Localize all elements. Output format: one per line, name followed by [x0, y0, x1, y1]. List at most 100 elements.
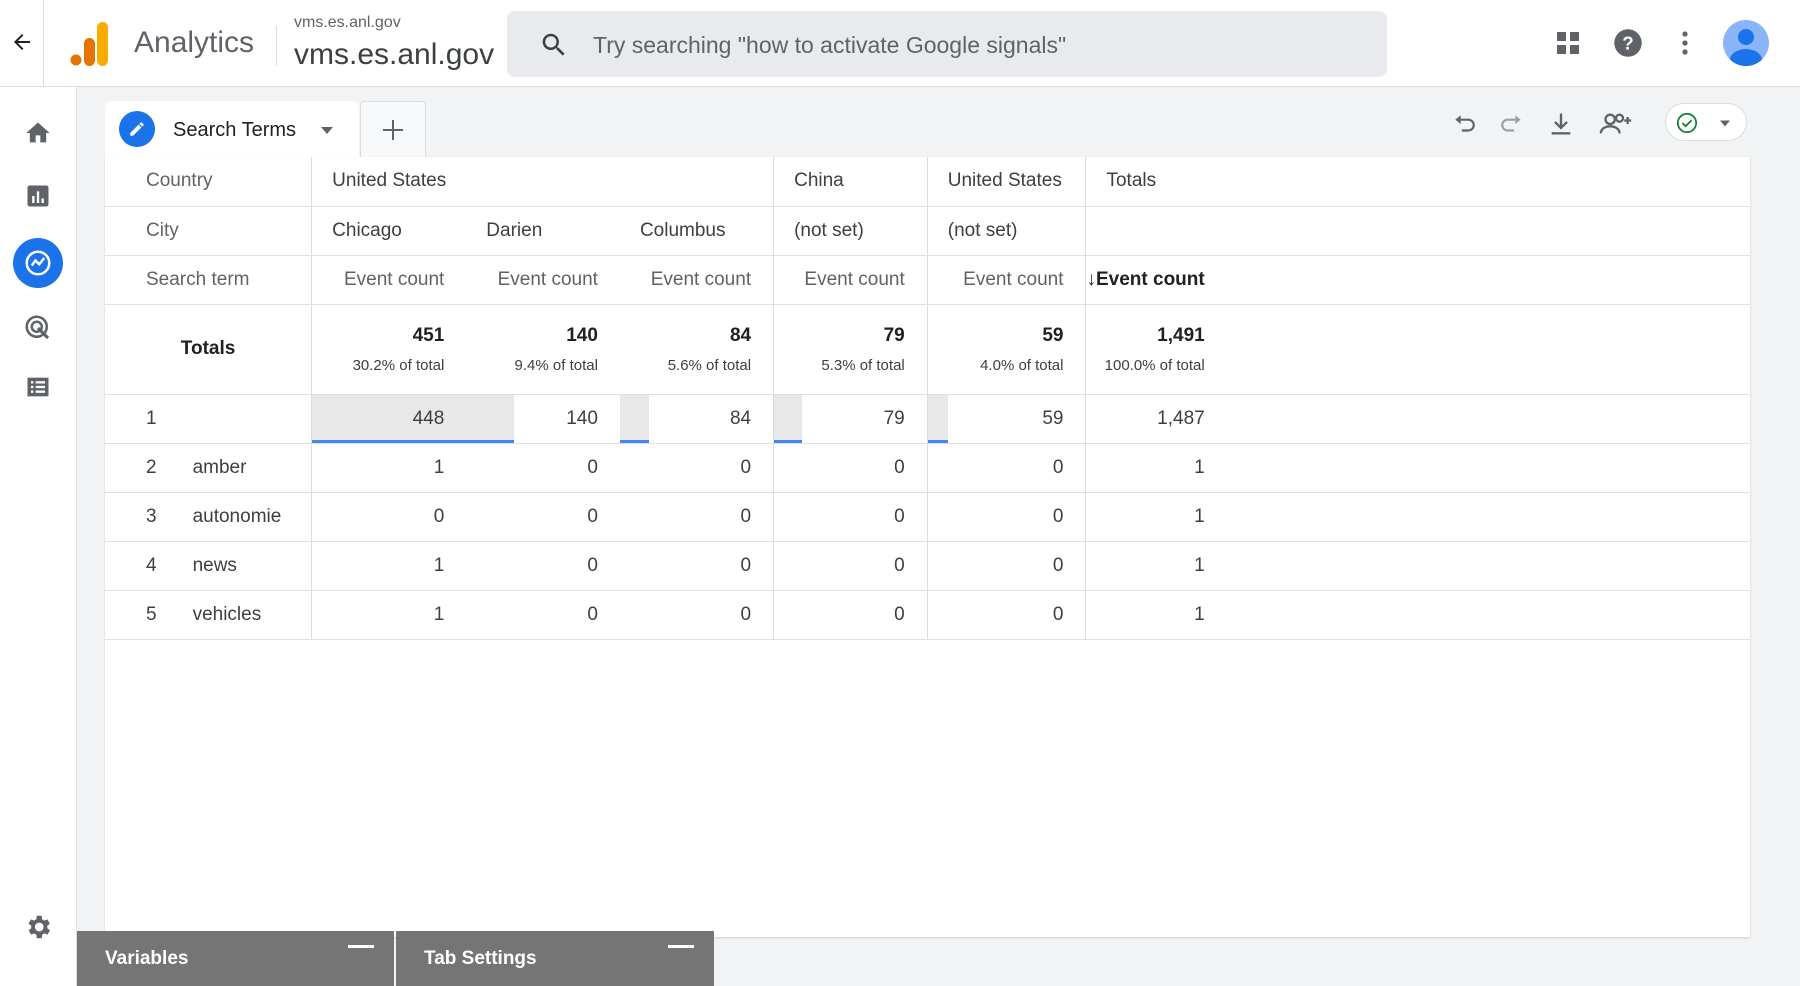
table-row[interactable]: 2 amber 1 0 0 0 0 1 — [105, 443, 1750, 493]
city-header[interactable]: Darien — [466, 206, 620, 256]
advertising-icon[interactable] — [18, 308, 58, 348]
total-value[interactable]: 1,487 — [1085, 394, 1227, 444]
cell-value[interactable]: 0 — [773, 541, 928, 591]
help-icon[interactable]: ? — [1613, 28, 1643, 58]
row-index: 3 autonomie — [105, 492, 313, 542]
table-row[interactable]: 3 autonomie 0 0 0 0 0 1 — [105, 492, 1750, 542]
property-name[interactable]: vms.es.anl.gov — [294, 38, 494, 72]
city-header[interactable]: (not set) — [773, 206, 928, 256]
table-row[interactable]: 4 news 1 0 0 0 0 1 — [105, 541, 1750, 591]
row-header-search-term: Search term — [105, 255, 313, 305]
redo-icon[interactable] — [1497, 109, 1527, 139]
cell-value[interactable]: 0 — [927, 443, 1087, 493]
totals-header: Totals — [1085, 157, 1227, 207]
cell-value[interactable]: 0 — [773, 443, 928, 493]
analytics-logo-icon[interactable] — [70, 22, 110, 66]
add-tab-button[interactable] — [360, 101, 426, 157]
explore-icon[interactable] — [13, 238, 63, 288]
bar-cell[interactable]: 448 — [311, 394, 467, 444]
cell-value[interactable]: 0 — [927, 492, 1087, 542]
arrow-left-icon[interactable] — [10, 30, 34, 54]
cell-value[interactable]: 0 — [619, 590, 775, 640]
country-header[interactable]: United States — [311, 157, 775, 207]
divider — [276, 26, 277, 66]
configure-icon[interactable] — [18, 367, 58, 407]
search-placeholder: Try searching "how to activate Google si… — [593, 32, 1067, 58]
variables-panel-tab[interactable]: Variables — [77, 931, 394, 986]
bar-cell[interactable]: 84 — [619, 394, 775, 444]
row-header-city: City — [105, 206, 313, 256]
more-vert-icon[interactable] — [1670, 28, 1700, 58]
bar-cell[interactable]: 79 — [773, 394, 928, 444]
total-value[interactable]: 1 — [1085, 492, 1227, 542]
table-row[interactable]: 1 448 140 84 79 59 1,487 — [105, 394, 1750, 444]
download-icon[interactable] — [1546, 109, 1576, 139]
row-index: 4 news — [105, 541, 313, 591]
total-cell: 59 4.0% of total — [927, 304, 1087, 395]
status-check-icon — [1676, 112, 1698, 134]
row-index: 5 vehicles — [105, 590, 313, 640]
cell-value[interactable]: 0 — [466, 541, 620, 591]
tab-settings-panel-tab[interactable]: Tab Settings — [396, 931, 714, 986]
cell-value[interactable]: 1 — [311, 590, 467, 640]
metric-header[interactable]: Event count — [311, 255, 467, 305]
city-header[interactable]: Chicago — [311, 206, 467, 256]
metric-header[interactable]: Event count — [466, 255, 620, 305]
tab-search-terms[interactable]: Search Terms — [105, 101, 359, 157]
account-name[interactable]: vms.es.anl.gov — [294, 14, 401, 32]
search-icon — [539, 30, 569, 60]
cell-value[interactable]: 1 — [311, 541, 467, 591]
share-icon[interactable] — [1598, 109, 1634, 139]
status-dropdown[interactable] — [1665, 103, 1747, 141]
sorted-metric-header[interactable]: ↓Event count — [1085, 255, 1227, 305]
minimize-icon[interactable] — [668, 945, 694, 948]
city-header-row: City Chicago Darien Columbus (not set) (… — [105, 206, 1750, 256]
table-row[interactable]: 5 vehicles 1 0 0 0 0 1 — [105, 590, 1750, 640]
cell-value[interactable]: 0 — [311, 492, 467, 542]
account-avatar[interactable] — [1723, 20, 1769, 66]
search-bar[interactable]: Try searching "how to activate Google si… — [507, 11, 1387, 77]
metric-header[interactable]: Event count — [619, 255, 775, 305]
cell-value[interactable]: 0 — [927, 541, 1087, 591]
cell-value[interactable]: 1 — [311, 443, 467, 493]
cell-value[interactable]: 0 — [466, 443, 620, 493]
app-name: Analytics — [134, 26, 255, 59]
pencil-edit-icon[interactable] — [119, 111, 155, 147]
chevron-down-icon[interactable] — [319, 123, 335, 141]
country-header-row: Country United States China United State… — [105, 157, 1750, 207]
bar-cell[interactable]: 140 — [466, 394, 620, 444]
total-value[interactable]: 1 — [1085, 541, 1227, 591]
home-icon[interactable] — [18, 113, 58, 153]
reports-icon[interactable] — [18, 176, 58, 216]
undo-icon[interactable] — [1449, 109, 1479, 139]
variables-label: Variables — [105, 948, 189, 969]
sorted-metric-label: Event count — [1095, 268, 1205, 290]
cell-value[interactable]: 0 — [619, 541, 775, 591]
cell-value[interactable]: 0 — [619, 492, 775, 542]
country-header[interactable]: United States — [927, 157, 1087, 207]
main-workspace: Search Terms Country United States China… — [77, 87, 1800, 986]
country-header[interactable]: China — [773, 157, 928, 207]
total-value[interactable]: 1 — [1085, 590, 1227, 640]
cell-value[interactable]: 0 — [466, 590, 620, 640]
metric-header[interactable]: Event count — [773, 255, 928, 305]
tab-label: Search Terms — [173, 119, 297, 141]
metric-header-row: Search term Event count Event count Even… — [105, 255, 1750, 305]
total-cell: 79 5.3% of total — [773, 304, 928, 395]
bar-cell[interactable]: 59 — [927, 394, 1087, 444]
free-form-table-panel: Country United States China United State… — [105, 157, 1750, 937]
minimize-icon[interactable] — [348, 945, 374, 948]
cell-value[interactable]: 0 — [773, 492, 928, 542]
cell-value[interactable]: 0 — [466, 492, 620, 542]
tab-settings-label: Tab Settings — [424, 948, 537, 969]
cell-value[interactable]: 0 — [927, 590, 1087, 640]
cell-value[interactable]: 0 — [619, 443, 775, 493]
cell-value[interactable]: 0 — [773, 590, 928, 640]
admin-settings-icon[interactable] — [18, 907, 58, 947]
apps-grid-icon[interactable] — [1553, 28, 1583, 58]
left-navigation — [0, 87, 77, 986]
metric-header[interactable]: Event count — [927, 255, 1087, 305]
city-header[interactable]: Columbus — [619, 206, 775, 256]
city-header[interactable]: (not set) — [927, 206, 1087, 256]
total-value[interactable]: 1 — [1085, 443, 1227, 493]
